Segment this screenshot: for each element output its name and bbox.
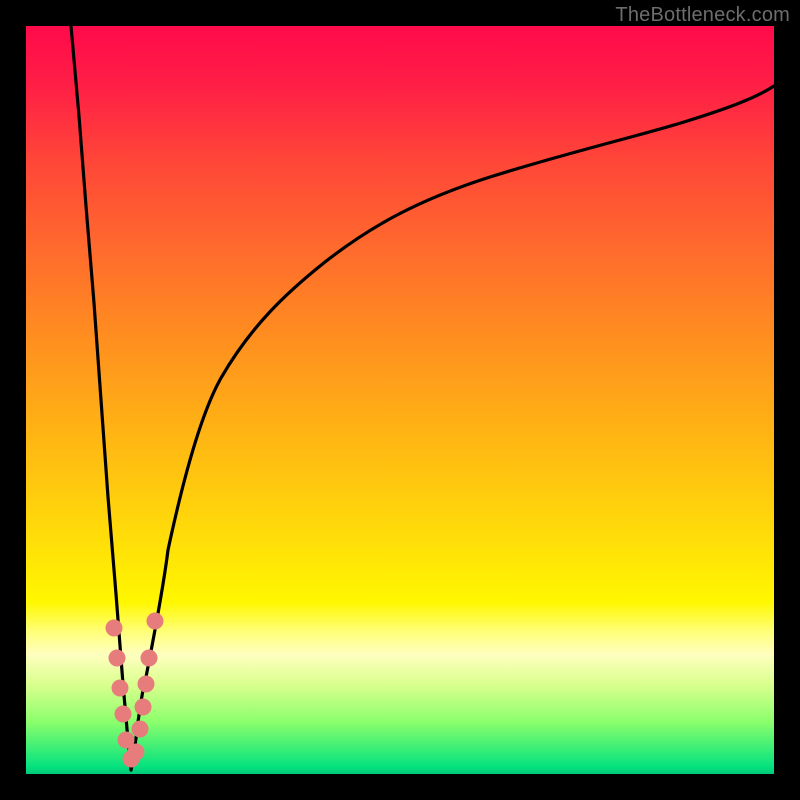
marker-dot	[147, 613, 164, 630]
marker-dot	[135, 699, 152, 716]
chart-frame: TheBottleneck.com	[0, 0, 800, 800]
marker-dot	[132, 721, 149, 738]
marker-dot	[138, 676, 155, 693]
attribution-label: TheBottleneck.com	[615, 4, 790, 27]
marker-dot	[112, 680, 129, 697]
chart-curve-layer	[26, 26, 774, 774]
marker-dot	[106, 620, 123, 637]
right-branch-curve	[131, 86, 774, 770]
marker-dot	[115, 706, 132, 723]
marker-dot	[128, 744, 145, 761]
marker-dot	[109, 650, 126, 667]
marker-dot	[141, 650, 158, 667]
